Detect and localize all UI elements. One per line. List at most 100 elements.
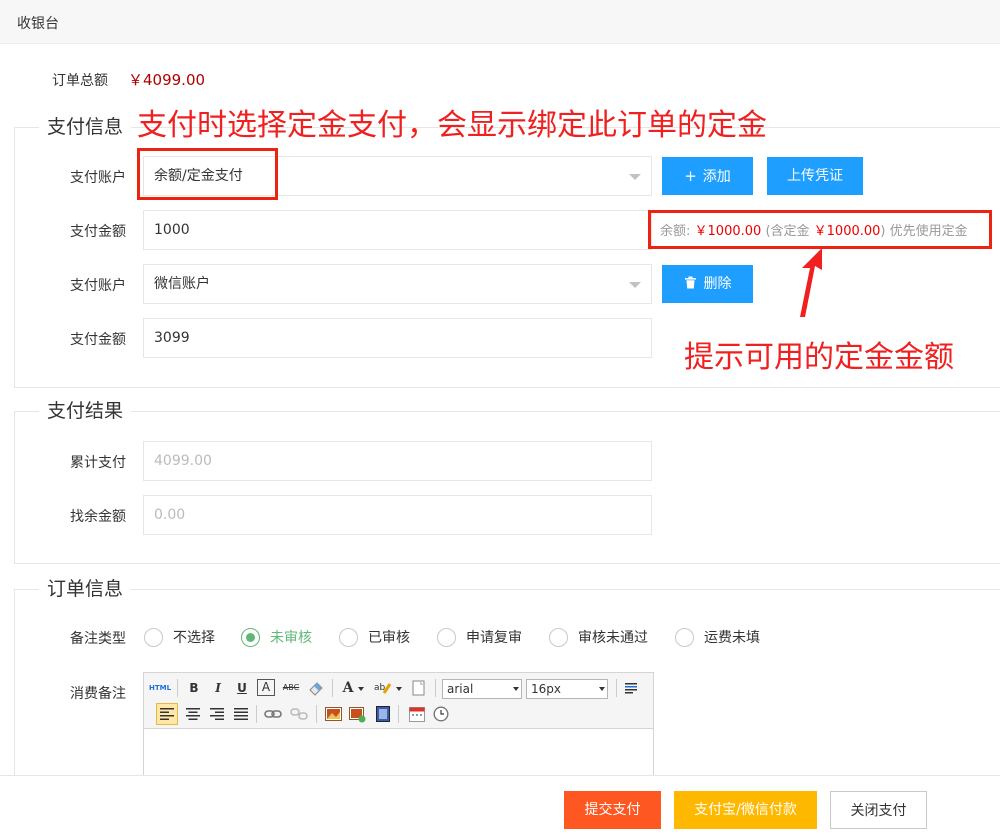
font-family-select[interactable]: arial — [442, 679, 522, 699]
chevron-down-icon — [629, 282, 641, 288]
close-payment-button[interactable]: 关闭支付 — [830, 791, 927, 829]
delete-payment-button[interactable]: 删除 — [662, 265, 753, 303]
payment-account-select-2[interactable]: 微信账户 — [143, 264, 652, 304]
radio-circle — [549, 627, 568, 647]
trash-icon — [684, 276, 696, 289]
highlight-caret-icon — [396, 687, 402, 691]
change-amount-input[interactable]: 0.00 — [143, 495, 652, 535]
payment-result-title: 支付结果 — [39, 399, 132, 423]
plus-icon: + — [684, 167, 697, 185]
calendar-icon[interactable] — [409, 706, 425, 722]
radio-reviewed[interactable]: 已审核 — [339, 627, 410, 647]
editor-toolbar: HTML B I U A ABC A ab arial 16px — [144, 673, 653, 729]
add-payment-button-label: 添加 — [702, 169, 731, 185]
highlight-color-icon[interactable]: ab — [374, 680, 392, 696]
total-paid-label: 累计支付 — [70, 455, 126, 471]
footer-bar: 提交支付 支付宝/微信付款 关闭支付 — [0, 775, 1000, 837]
bold-button[interactable]: B — [185, 679, 203, 697]
order-total-label: 订单总额 — [52, 73, 108, 89]
remark-type-label: 备注类型 — [70, 631, 126, 647]
paragraph-format-icon[interactable] — [624, 681, 638, 695]
add-payment-button[interactable]: + 添加 — [662, 157, 753, 195]
payment-amount-label-1: 支付金额 — [70, 224, 126, 240]
annotation-text-right: 提示可用的定金金额 — [684, 340, 954, 375]
toolbar-separator — [256, 705, 257, 723]
paste-icon[interactable] — [412, 680, 426, 696]
payment-amount-input-1[interactable]: 1000 — [143, 210, 652, 250]
total-paid-input[interactable]: 4099.00 — [143, 441, 652, 481]
italic-button[interactable]: I — [209, 679, 227, 697]
chevron-down-icon — [599, 687, 605, 691]
radio-request-recheck-label: 申请复审 — [466, 630, 522, 646]
chevron-down-icon — [629, 174, 641, 180]
page-header: 收银台 — [0, 0, 1000, 44]
font-family-select-value: arial — [447, 682, 474, 696]
font-color-button[interactable]: A — [340, 679, 356, 697]
payment-account-label-1: 支付账户 — [70, 170, 126, 186]
alipay-wechat-button-label: 支付宝/微信付款 — [694, 802, 797, 818]
radio-unreviewed[interactable]: 未审核 — [241, 627, 312, 647]
align-right-icon[interactable] — [210, 707, 224, 721]
radio-none-label: 不选择 — [173, 630, 215, 646]
toolbar-separator — [177, 679, 178, 697]
toolbar-separator — [316, 705, 317, 723]
annotation-box-hint — [648, 210, 992, 249]
radio-unreviewed-label: 未审核 — [270, 630, 312, 646]
payment-info-title: 支付信息 — [39, 115, 132, 139]
alipay-wechat-button[interactable]: 支付宝/微信付款 — [674, 791, 817, 829]
payment-amount-label-2: 支付金额 — [70, 332, 126, 348]
align-left-icon[interactable] — [160, 707, 174, 721]
order-total-value: ￥4099.00 — [128, 71, 206, 89]
chevron-down-icon — [513, 687, 519, 691]
change-amount-placeholder: 0.00 — [154, 507, 186, 523]
submit-payment-button[interactable]: 提交支付 — [564, 791, 661, 829]
radio-shipping-missing-label: 运费未填 — [704, 630, 760, 646]
upload-voucher-button-label: 上传凭证 — [787, 168, 843, 184]
unlink-icon[interactable] — [290, 707, 308, 721]
annotation-arrow-icon — [800, 248, 822, 317]
payment-result-section: 支付结果 — [14, 399, 1000, 564]
radio-request-recheck[interactable]: 申请复审 — [437, 627, 522, 647]
radio-reviewed-label: 已审核 — [368, 630, 410, 646]
radio-review-failed[interactable]: 审核未通过 — [549, 627, 648, 647]
toolbar-separator — [435, 679, 436, 697]
toolbar-separator — [332, 679, 333, 697]
html-source-button[interactable]: HTML — [149, 679, 171, 697]
payment-account-select-2-value: 微信账户 — [154, 276, 210, 292]
radio-shipping-missing[interactable]: 运费未填 — [675, 627, 760, 647]
video-icon[interactable] — [376, 706, 390, 722]
page-title: 收银台 — [17, 16, 59, 32]
radio-none[interactable]: 不选择 — [144, 627, 215, 647]
change-amount-label: 找余金额 — [70, 509, 126, 525]
order-info-title: 订单信息 — [39, 577, 132, 601]
image-icon[interactable] — [325, 707, 342, 721]
strikethrough-button[interactable]: ABC — [281, 679, 301, 697]
align-justify-icon[interactable] — [234, 707, 248, 721]
radio-circle — [144, 627, 163, 647]
align-center-icon[interactable] — [186, 707, 200, 721]
annotation-text-top: 支付时选择定金支付，会显示绑定此订单的定金 — [137, 108, 767, 143]
font-border-button[interactable]: A — [257, 679, 275, 696]
delete-payment-button-label: 删除 — [703, 276, 732, 292]
close-payment-button-label: 关闭支付 — [850, 803, 907, 819]
consume-remark-label: 消费备注 — [70, 686, 126, 702]
radio-circle — [675, 627, 694, 647]
payment-amount-input-2-value: 3099 — [154, 330, 190, 346]
underline-button[interactable]: U — [233, 679, 251, 697]
payment-amount-input-2[interactable]: 3099 — [143, 318, 652, 358]
eraser-icon[interactable] — [308, 680, 324, 696]
multi-image-icon[interactable] — [349, 707, 367, 723]
annotation-box-account — [137, 148, 278, 200]
font-size-select[interactable]: 16px — [526, 679, 608, 699]
font-color-caret-icon — [358, 687, 364, 691]
link-icon[interactable] — [264, 707, 282, 721]
radio-circle — [339, 627, 358, 647]
radio-circle-checked — [241, 627, 260, 647]
radio-circle — [437, 627, 456, 647]
rich-text-editor[interactable]: HTML B I U A ABC A ab arial 16px — [143, 672, 654, 792]
upload-voucher-button[interactable]: 上传凭证 — [767, 157, 863, 195]
toolbar-separator — [616, 679, 617, 697]
clock-icon[interactable] — [433, 706, 449, 722]
total-paid-placeholder: 4099.00 — [154, 453, 212, 469]
radio-review-failed-label: 审核未通过 — [578, 630, 648, 646]
